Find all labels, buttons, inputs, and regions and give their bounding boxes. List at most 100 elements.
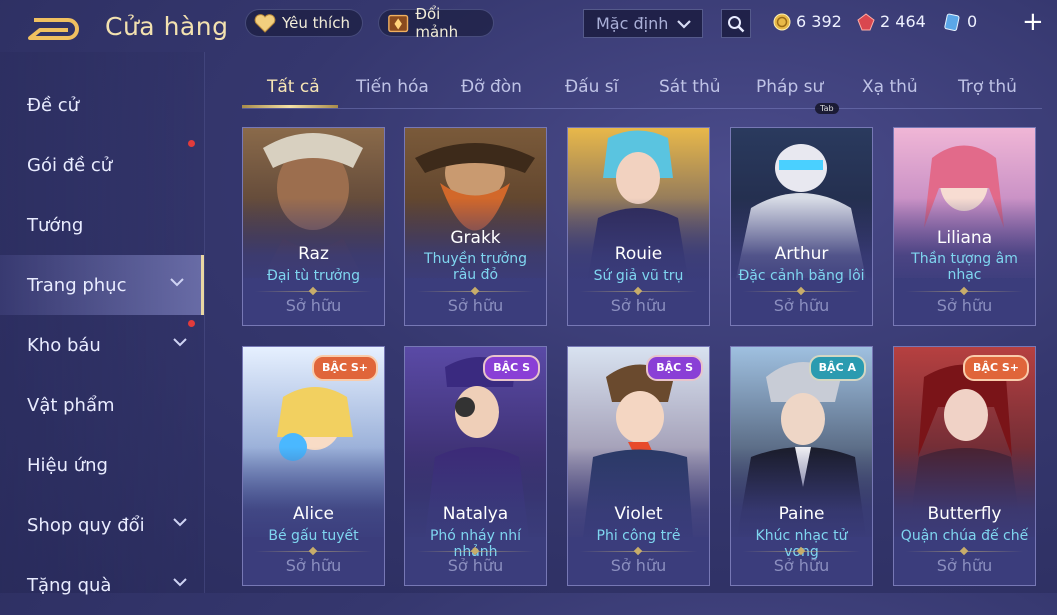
hero-name: Violet (614, 504, 663, 524)
sidebar-item-effects[interactable]: Hiệu ứng (0, 435, 204, 495)
owned-status: Sở hữu (936, 556, 993, 575)
tab-marksman[interactable]: Xạ thủ (862, 77, 918, 97)
owned-status: Sở hữu (285, 556, 342, 575)
sort-dropdown[interactable]: Mặc định (583, 9, 703, 38)
favorite-button[interactable]: Yêu thích (245, 9, 363, 37)
sidebar-item-label: Hiệu ứng (27, 454, 108, 476)
sidebar: Đề cử Gói đề cử Tướng Trang phục Kho báu… (0, 52, 205, 596)
hero-name: Grakk (450, 228, 501, 248)
tab-mage[interactable]: Pháp sư (756, 77, 823, 97)
ruby-icon (857, 12, 875, 30)
ruby-balance: 2 464 (857, 12, 926, 31)
skin-name: Sứ giả vũ trụ (593, 268, 684, 284)
owned-status: Sở hữu (447, 296, 504, 315)
owned-status: Sở hữu (447, 556, 504, 575)
tier-badge: BẬC A (808, 355, 866, 381)
sidebar-item-treasure[interactable]: Kho báu (0, 315, 204, 375)
hero-name: Raz (298, 244, 329, 264)
owned-status: Sở hữu (773, 556, 830, 575)
chevron-down-icon (170, 278, 184, 287)
owned-status: Sở hữu (610, 296, 667, 315)
hero-name: Natalya (442, 504, 509, 524)
sidebar-item-items[interactable]: Vật phẩm (0, 375, 204, 435)
tab-hint-label: Tab (815, 103, 839, 114)
skin-name: Thuyền trưởng râu đỏ (424, 251, 527, 283)
sidebar-item-label: Kho báu (27, 334, 101, 356)
sidebar-item-heroes[interactable]: Tướng (0, 195, 204, 255)
chevron-down-icon (677, 19, 691, 29)
sidebar-item-label: Tặng quà (27, 574, 112, 596)
tier-badge: BẬC S (483, 355, 540, 381)
skin-card[interactable]: BẬC S+ Alice Bé gấu tuyết Sở hữu (242, 346, 385, 586)
ruby-amount: 2 464 (880, 12, 926, 31)
hero-name: Liliana (936, 228, 993, 248)
hero-name: Rouie (614, 244, 663, 264)
skin-card[interactable]: BẬC S Violet Phi công trẻ Sở hữu (567, 346, 710, 586)
active-tab-indicator (242, 105, 338, 108)
skin-card[interactable]: Liliana Thần tượng âm nhạc Sở hữu (893, 127, 1036, 326)
owned-status: Sở hữu (610, 556, 667, 575)
sidebar-item-exchange-shop[interactable]: Shop quy đổi (0, 495, 204, 555)
sidebar-item-label: Trang phục (27, 274, 127, 296)
sidebar-item-recommended[interactable]: Đề cử (0, 75, 204, 135)
hero-name: Arthur (774, 244, 829, 264)
sidebar-item-recommended-packs[interactable]: Gói đề cử (0, 135, 204, 195)
skin-name: Quận chúa đế chế (900, 528, 1029, 544)
tab-tank[interactable]: Đỡ đòn (461, 77, 522, 97)
sidebar-item-label: Đề cử (27, 94, 80, 116)
tab-all[interactable]: Tất cả (267, 77, 320, 97)
tab-fighter[interactable]: Đấu sĩ (565, 77, 618, 97)
shard-exchange-button[interactable]: Đổi mảnh (378, 5, 494, 41)
skin-card[interactable]: Raz Đại tù trưởng Sở hữu (242, 127, 385, 326)
back-arrow-icon[interactable] (28, 14, 82, 40)
skin-name: Phi công trẻ (596, 528, 681, 544)
tier-badge: BẬC S+ (312, 355, 378, 381)
search-button[interactable] (721, 9, 751, 38)
tab-evolution[interactable]: Tiến hóa (356, 77, 429, 97)
skin-card[interactable]: BẬC A Paine Khúc nhạc tử vong Sở hữu (730, 346, 873, 586)
hero-name: Paine (778, 504, 825, 524)
notification-dot (188, 140, 195, 147)
skin-card[interactable]: Arthur Đặc cảnh băng lôi Sở hữu (730, 127, 873, 326)
skin-card[interactable]: BẬC S+ Butterfly Quận chúa đế chế Sở hữu (893, 346, 1036, 586)
gold-amount: 6 392 (796, 12, 842, 31)
search-icon (728, 15, 745, 32)
gold-balance: 6 392 (773, 12, 842, 31)
heart-icon (254, 14, 276, 33)
sidebar-item-label: Gói đề cử (27, 154, 113, 176)
favorite-label: Yêu thích (282, 14, 350, 32)
owned-status: Sở hữu (285, 296, 342, 315)
add-currency-button[interactable]: + (1022, 8, 1044, 36)
shard-box-icon (388, 14, 409, 33)
voucher-balance: 0 (944, 12, 977, 31)
sort-value: Mặc định (596, 14, 669, 33)
top-bar: Cửa hàng Yêu thích Đổi mảnh Mặc định 6 3… (0, 0, 1057, 52)
chevron-down-icon (173, 518, 187, 527)
sidebar-item-gifts[interactable]: Tặng quà (0, 555, 204, 615)
skin-card[interactable]: BẬC S Natalya Phó nháy nhí nhảnh Sở hữu (404, 346, 547, 586)
voucher-icon (944, 13, 960, 31)
sidebar-item-label: Vật phẩm (27, 394, 115, 416)
sidebar-item-label: Tướng (27, 214, 84, 236)
skin-name: Đặc cảnh băng lôi (738, 268, 865, 284)
hero-name: Alice (293, 504, 334, 524)
owned-status: Sở hữu (773, 296, 830, 315)
notification-dot (188, 320, 195, 327)
category-tabs: Tất cả Tiến hóa Đỡ đòn Đấu sĩ Sát thủ Ph… (242, 74, 1042, 109)
skin-name: Thần tượng âm nhạc (911, 251, 1018, 283)
voucher-amount: 0 (967, 12, 978, 31)
chevron-down-icon (173, 338, 187, 347)
sidebar-item-skins[interactable]: Trang phục (0, 255, 204, 315)
tab-assassin[interactable]: Sát thủ (659, 77, 721, 97)
skin-name: Bé gấu tuyết (268, 528, 359, 544)
skin-card[interactable]: Grakk Thuyền trưởng râu đỏ Sở hữu (404, 127, 547, 326)
owned-status: Sở hữu (936, 296, 993, 315)
page-title: Cửa hàng (105, 12, 229, 41)
skin-name: Đại tù trưởng (266, 268, 361, 284)
gold-coin-icon (773, 13, 791, 30)
shard-label: Đổi mảnh (415, 5, 459, 41)
tab-support[interactable]: Trợ thủ (958, 77, 1017, 97)
chevron-down-icon (173, 578, 187, 587)
hero-name: Butterfly (927, 504, 1002, 524)
skin-card[interactable]: Rouie Sứ giả vũ trụ Sở hữu (567, 127, 710, 326)
